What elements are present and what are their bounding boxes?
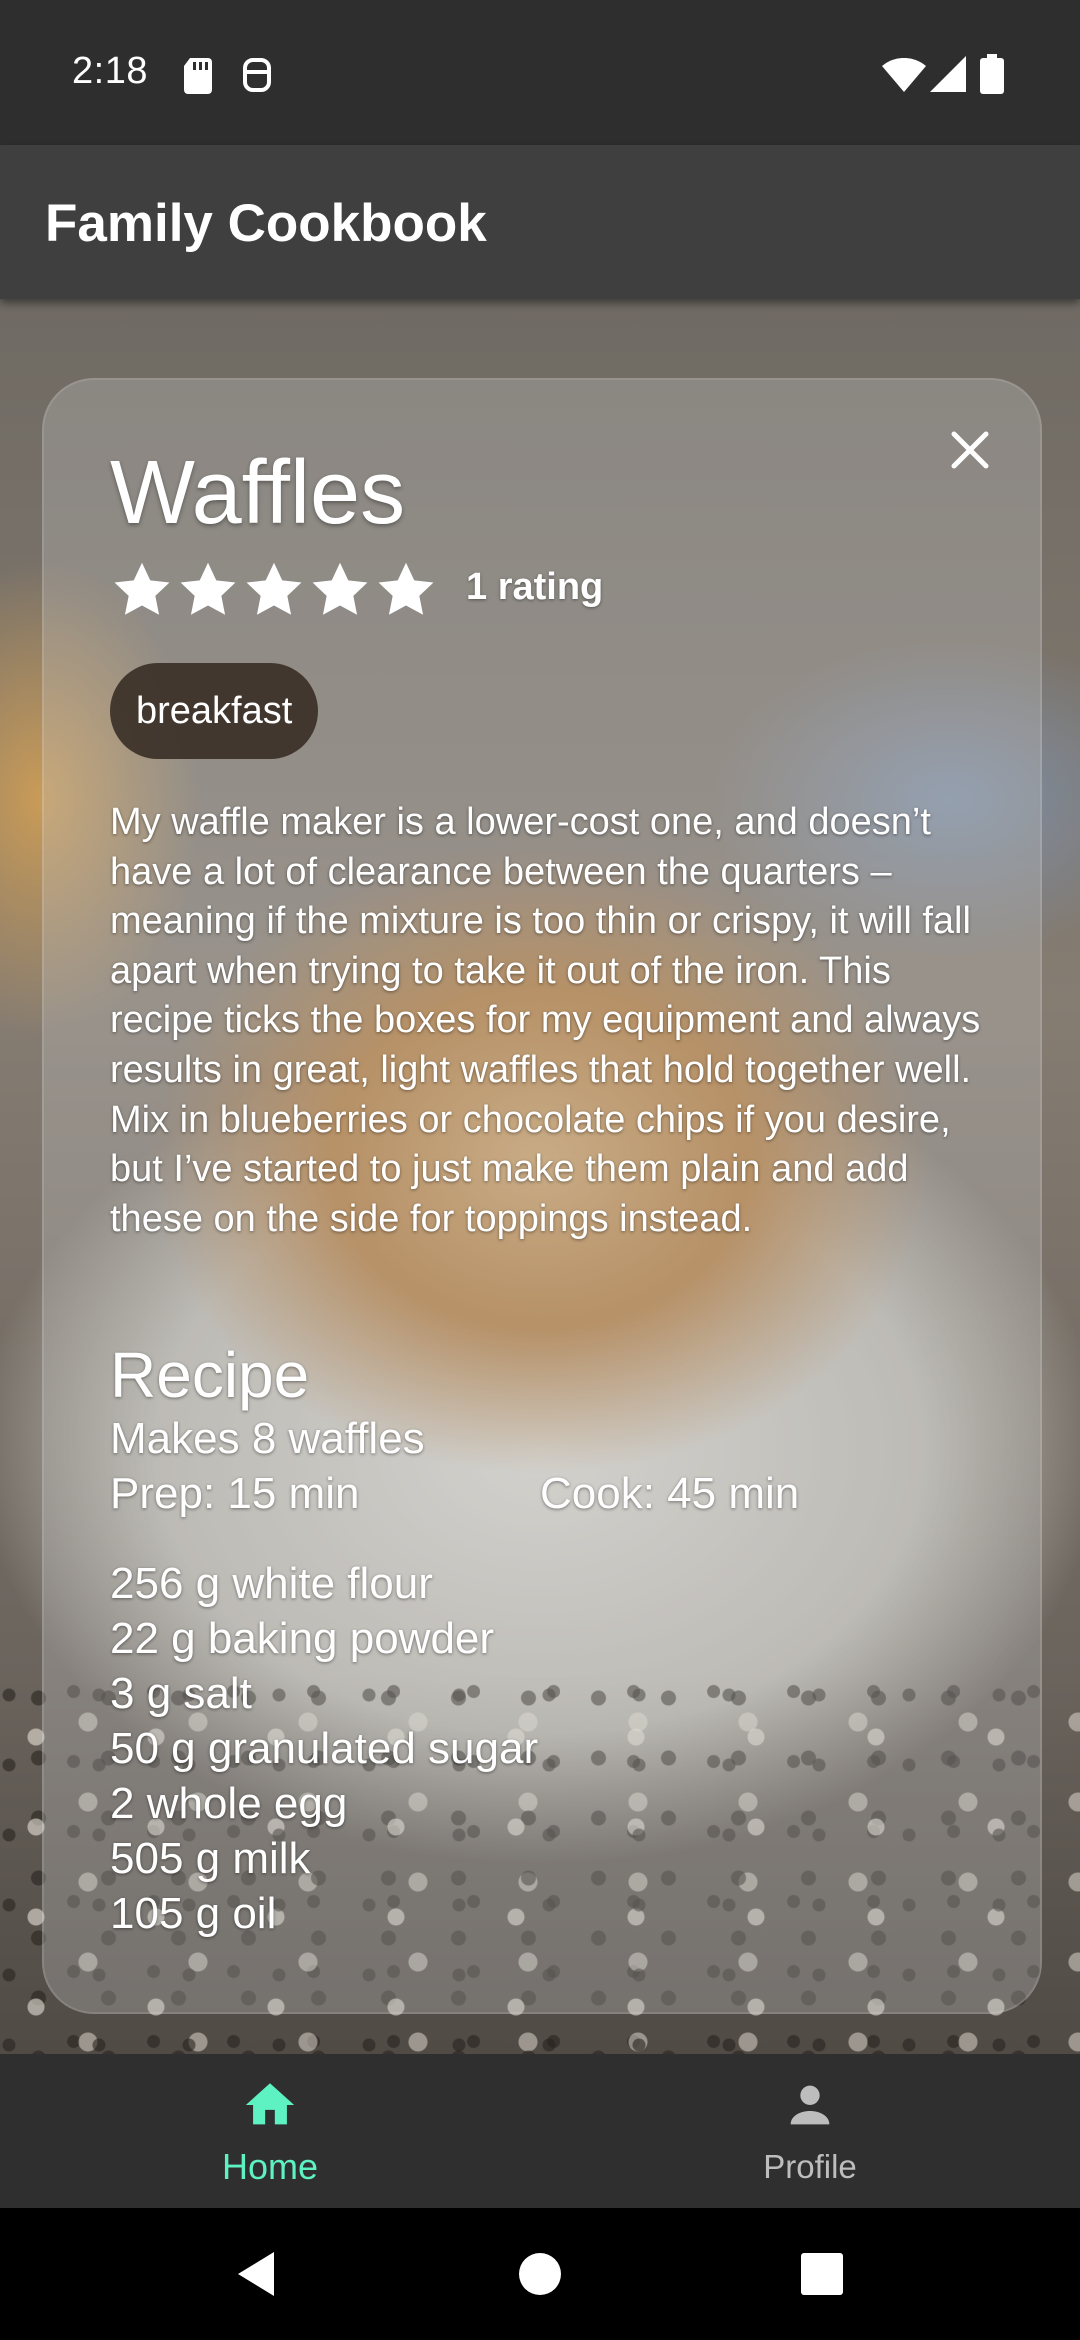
nav-home-label: Home — [221, 2146, 319, 2187]
bottom-navigation: Home Profile — [0, 2054, 1080, 2208]
system-navigation-bar — [0, 2208, 1080, 2340]
app-title: Family Cookbook — [45, 194, 487, 253]
status-time: 2:18 — [72, 50, 148, 92]
recipe-description: My waffle maker is a lower-cost one, and… — [110, 801, 981, 1240]
assistant-icon — [243, 58, 271, 92]
nav-profile-label: Profile — [763, 2148, 857, 2185]
ingredient-item: 105 g oil — [110, 1889, 277, 1938]
back-icon[interactable] — [230, 2246, 286, 2302]
recipe-section-heading: Recipe — [110, 1339, 310, 1411]
ingredient-list: 256 g white flour 22 g baking powder 3 g… — [110, 1556, 538, 1941]
home-icon — [245, 2083, 295, 2125]
rating-count: 1 rating — [466, 566, 604, 608]
star-icon[interactable] — [110, 558, 174, 622]
close-icon[interactable] — [940, 420, 1000, 480]
category-tag[interactable]: breakfast — [110, 663, 319, 759]
wifi-icon — [882, 58, 926, 92]
battery-icon — [980, 54, 1004, 94]
star-icon[interactable] — [308, 558, 372, 622]
nav-profile[interactable]: Profile — [540, 2054, 1080, 2208]
servings-text: Makes 8 waffles — [110, 1414, 425, 1463]
star-icon[interactable] — [242, 558, 306, 622]
recipe-title: Waffles — [110, 443, 406, 543]
rating-stars[interactable] — [110, 558, 438, 622]
prep-time: Prep: 15 min — [110, 1469, 360, 1518]
recents-icon[interactable] — [794, 2246, 850, 2302]
sd-card-icon — [184, 58, 212, 94]
nav-home[interactable]: Home — [0, 2054, 540, 2208]
ingredient-item: 3 g salt — [110, 1669, 252, 1718]
star-icon[interactable] — [176, 558, 240, 622]
person-icon — [790, 2085, 830, 2125]
star-icon[interactable] — [374, 558, 438, 622]
cook-time: Cook: 45 min — [540, 1469, 800, 1518]
ingredient-item: 22 g baking powder — [110, 1614, 495, 1663]
status-bar: 2:18 — [0, 0, 1080, 145]
ingredient-item: 2 whole egg — [110, 1779, 348, 1828]
ingredient-item: 505 g milk — [110, 1834, 311, 1883]
ingredient-item: 50 g granulated sugar — [110, 1724, 539, 1773]
signal-icon — [930, 56, 966, 92]
home-button-icon[interactable] — [512, 2246, 568, 2302]
ingredient-item: 256 g white flour — [110, 1559, 433, 1608]
app-bar: Family Cookbook — [0, 145, 1080, 299]
